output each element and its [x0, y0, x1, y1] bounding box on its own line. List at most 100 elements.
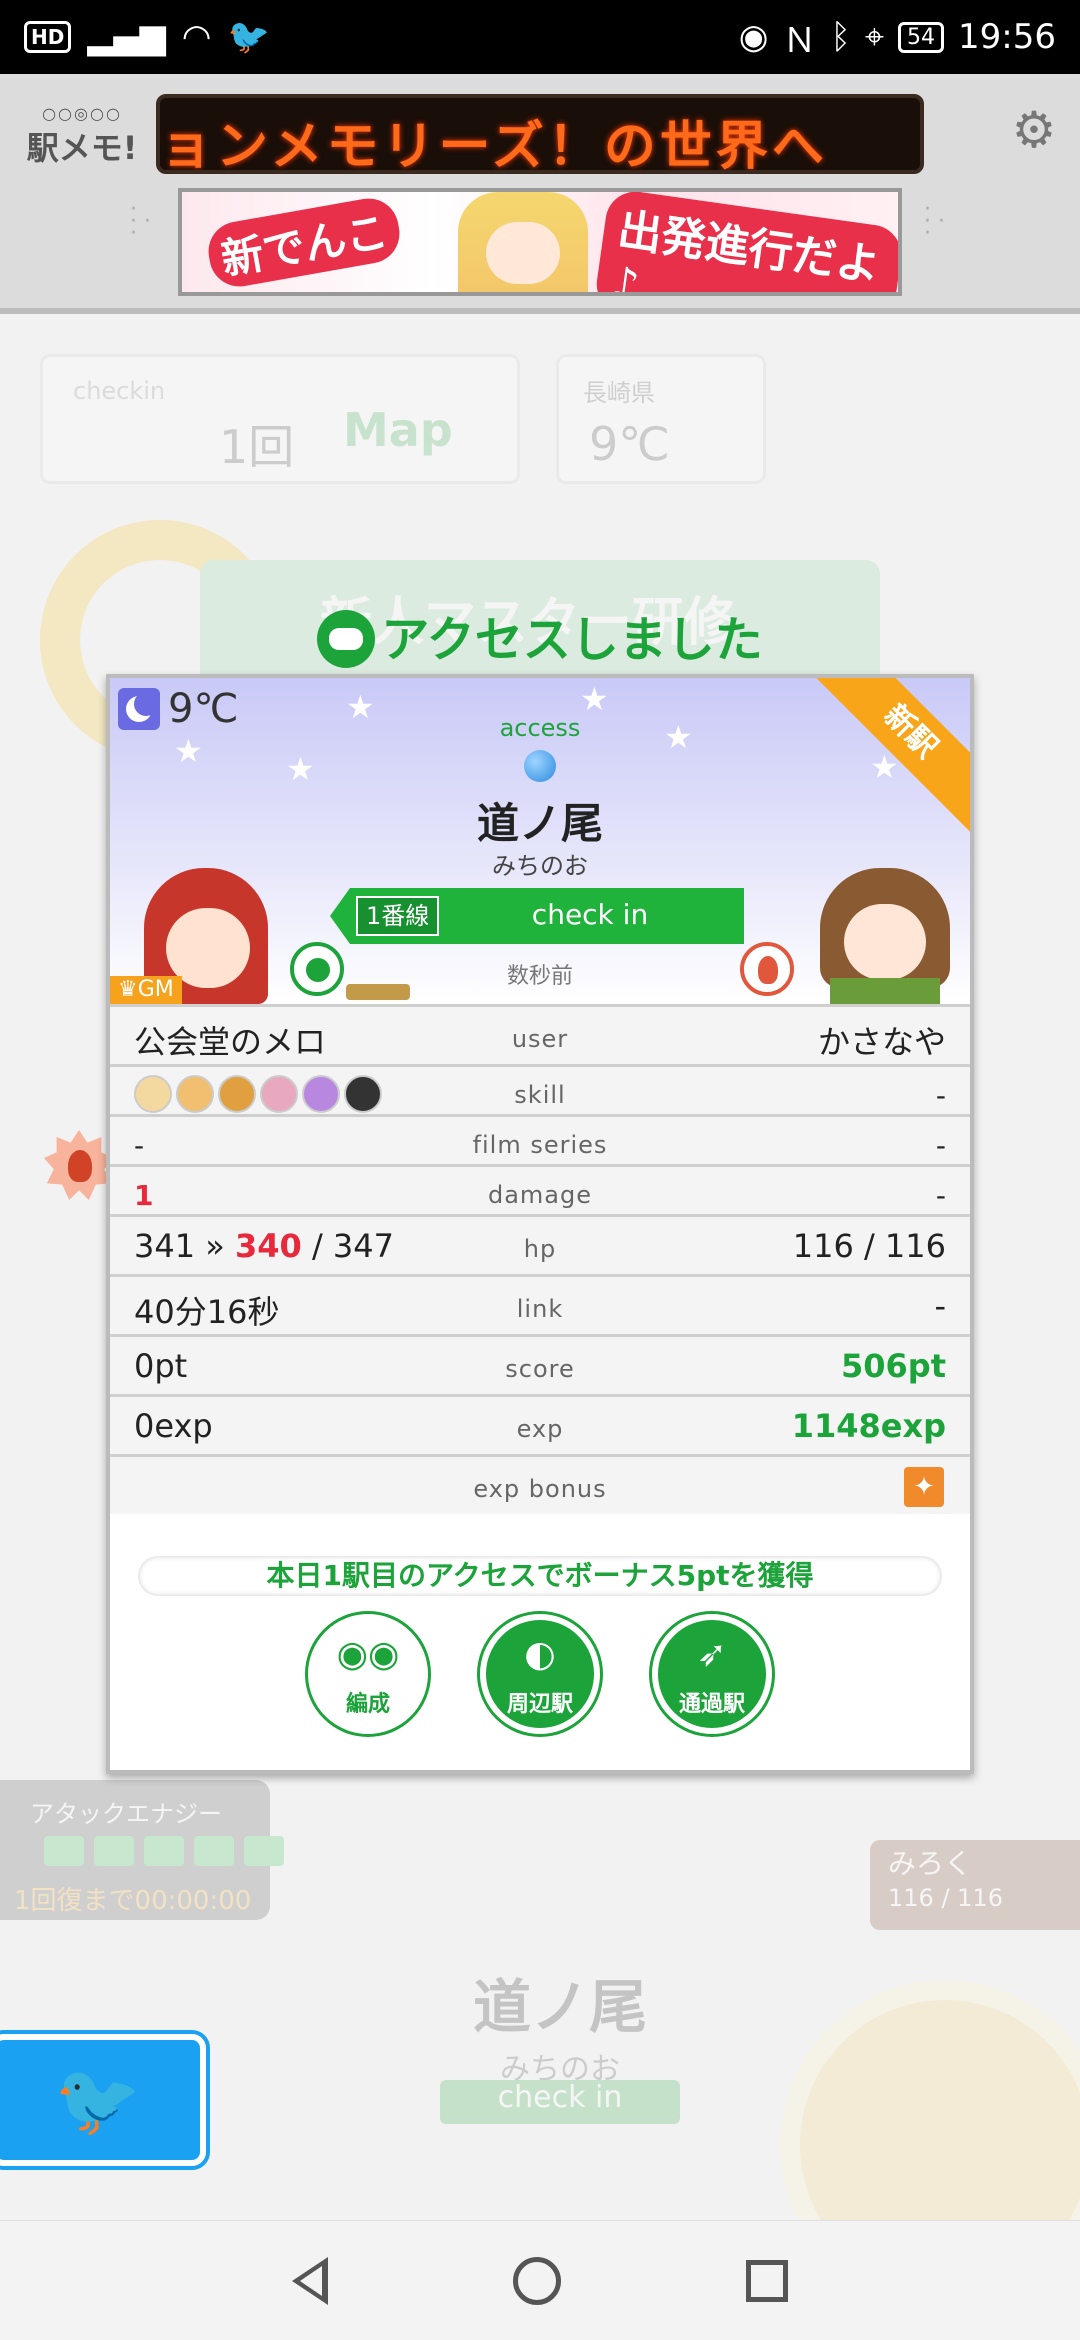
bg-weather-card: 長崎県 9℃ — [556, 354, 766, 484]
row-exp-bonus: exp bonus ✦ — [110, 1454, 970, 1514]
star-icon: ★ — [580, 680, 609, 718]
bg-checkin-card: checkin 1回 Map — [40, 354, 520, 484]
row-damage: 1 damage - — [110, 1164, 970, 1214]
opponent-denko-character[interactable] — [810, 848, 960, 1004]
user-right[interactable]: かさなや — [818, 1017, 946, 1063]
ticker-text: ョンメモリーズ！の世界へ — [160, 117, 828, 174]
access-result-card[interactable]: ★ ★ ★ ★ ★ ★ 9℃ 新駅 access 道ノ尾 みちのお 1番線 ch… — [106, 674, 974, 1774]
bg-attack-energy: アタックエナジー 1回復まで00:00:00 — [0, 1780, 284, 1920]
row-hp: 341 » 340 / 347 hp 116 / 116 — [110, 1214, 970, 1274]
wifi-icon: ◠ — [181, 17, 212, 57]
twitter-bird-icon: 🐦 — [54, 2058, 142, 2141]
passed-label: 通過駅 — [678, 1692, 745, 1717]
checkin-bar: 1番線 check in — [330, 888, 744, 944]
gm-badge: ♛GM — [110, 976, 182, 1004]
row-label: link — [516, 1295, 564, 1323]
eye-icon: ◉ — [738, 17, 769, 57]
bg-partner: みろく 116 / 116 — [870, 1840, 1080, 1930]
bonus-message: 本日1駅目のアクセスでボーナス5ptを獲得 — [138, 1556, 942, 1596]
twitter-share-button[interactable]: 🐦 — [0, 2030, 210, 2170]
bg-energy-title: アタックエナジー — [30, 1800, 222, 1828]
heat-type-icon — [740, 942, 794, 996]
logo-text: 駅メモ! — [26, 129, 138, 167]
bg-station: 道ノ尾 みちのお — [440, 1960, 680, 2088]
bg-partner-name: みろく — [888, 1847, 973, 1880]
twitter-notification-icon: 🐦 — [227, 17, 270, 57]
station-name: 道ノ尾 — [476, 799, 603, 848]
hp-right: 116 / 116 — [792, 1227, 946, 1265]
screen: HD ▂▄▆ ◠ 🐦 ◉ Ｎ ᛒ ⌖ 54 19:56 ○○◎○○ 駅メモ! ョ… — [0, 0, 1080, 2340]
row-label: film series — [472, 1131, 608, 1159]
access-title: アクセスしました — [0, 600, 1080, 672]
hd-icon: HD — [24, 21, 72, 53]
eco-type-icon — [290, 942, 344, 996]
formation-button[interactable]: ◉◉ 編成 — [308, 1614, 428, 1734]
bg-pref: 長崎県 — [583, 379, 655, 407]
row-score: 0pt score 506pt — [110, 1334, 970, 1394]
bg-partner-hp: 116 / 116 — [888, 1884, 1003, 1912]
bowl-item — [346, 984, 410, 1000]
checkin-label: check in — [531, 898, 649, 931]
bg-checkin-count: 1回 — [219, 420, 295, 474]
film-right: - — [935, 1129, 946, 1162]
bg-energy-recover: 1回復まで00:00:00 — [14, 1886, 252, 1916]
banner-left-text: 新でんこ — [203, 193, 405, 292]
bg-checkin-label: checkin — [73, 377, 166, 405]
formation-label: 編成 — [345, 1692, 390, 1717]
bg-station-name: 道ノ尾 — [472, 1973, 647, 2041]
row-label: skill — [514, 1081, 566, 1109]
bluetooth-icon: ᛒ — [830, 17, 851, 57]
nearby-stations-button[interactable]: ◐ 周辺駅 — [480, 1614, 600, 1734]
bg-checkin-button: check in — [440, 2080, 680, 2124]
location-icon: ⌖ — [864, 17, 885, 57]
link-right: - — [934, 1287, 946, 1325]
star-icon: ★ — [286, 750, 315, 788]
denko-icon — [317, 610, 376, 668]
nearby-label: 周辺駅 — [506, 1692, 573, 1717]
location-pin-icon — [524, 750, 556, 782]
row-film: - film series - — [110, 1114, 970, 1164]
row-exp: 0exp exp 1148exp — [110, 1394, 970, 1454]
result-table: 公会堂のメロ user かさなや skill - - film series -… — [110, 1004, 970, 1514]
card-header: ★ ★ ★ ★ ★ ★ 9℃ 新駅 access 道ノ尾 みちのお 1番線 ch… — [110, 678, 970, 1004]
damage-right: - — [935, 1179, 946, 1212]
back-icon[interactable] — [292, 2256, 329, 2305]
formation-icon: ◉◉ — [336, 1634, 400, 1675]
promo-banner[interactable]: 新でんこ 出発進行だよ♪ — [178, 188, 902, 296]
app-header: ○○◎○○ 駅メモ! ョンメモリーズ！の世界へ ⚙ · · · · 新でんこ 出発進… — [0, 74, 1080, 314]
app-logo[interactable]: ○○◎○○ 駅メモ! — [22, 104, 142, 169]
bg-map-label: Map — [343, 403, 453, 457]
rocket-icon: ➶ — [696, 1634, 728, 1675]
radar-icon: ◐ — [524, 1634, 556, 1675]
banner-prev-dots-icon[interactable]: · · · · — [130, 199, 151, 245]
banner-character — [458, 192, 588, 292]
system-nav-bar — [0, 2220, 1080, 2340]
bg-pref-temp: 9℃ — [589, 417, 670, 471]
row-user: 公会堂のメロ user かさなや — [110, 1004, 970, 1064]
logo-dots-icon: ○○◎○○ — [42, 104, 122, 123]
status-bar: HD ▂▄▆ ◠ 🐦 ◉ Ｎ ᛒ ⌖ 54 19:56 — [0, 0, 1080, 74]
exp-right: 1148exp — [791, 1407, 946, 1445]
access-title-text: アクセスしました — [381, 612, 763, 668]
signal-icon: ▂▄▆ — [87, 17, 166, 57]
line-label: 1番線 — [356, 896, 440, 936]
home-icon[interactable] — [512, 2256, 561, 2305]
ticker-display: ョンメモリーズ！の世界へ — [156, 94, 924, 174]
recents-icon[interactable] — [745, 2259, 788, 2302]
passed-stations-button[interactable]: ➶ 通過駅 — [652, 1614, 772, 1734]
row-label: damage — [487, 1181, 593, 1209]
banner-right-text: 出発進行だよ♪ — [592, 192, 898, 292]
row-skill: skill - — [110, 1064, 970, 1114]
battery-icon: 54 — [898, 21, 945, 53]
score-right: 506pt — [841, 1347, 946, 1385]
exp-bonus-icon[interactable]: ✦ — [904, 1467, 944, 1507]
settings-gear-icon[interactable]: ⚙ — [1008, 104, 1060, 156]
row-link: 40分16秒 link - — [110, 1274, 970, 1334]
nfc-icon: Ｎ — [782, 20, 817, 61]
row-label: exp bonus — [473, 1475, 607, 1503]
access-label: access — [499, 714, 581, 742]
banner-next-dots-icon[interactable]: · · · · — [924, 199, 945, 245]
clock: 19:56 — [958, 17, 1056, 57]
skill-right: - — [935, 1079, 946, 1112]
bg-energy-cells — [44, 1836, 284, 1866]
